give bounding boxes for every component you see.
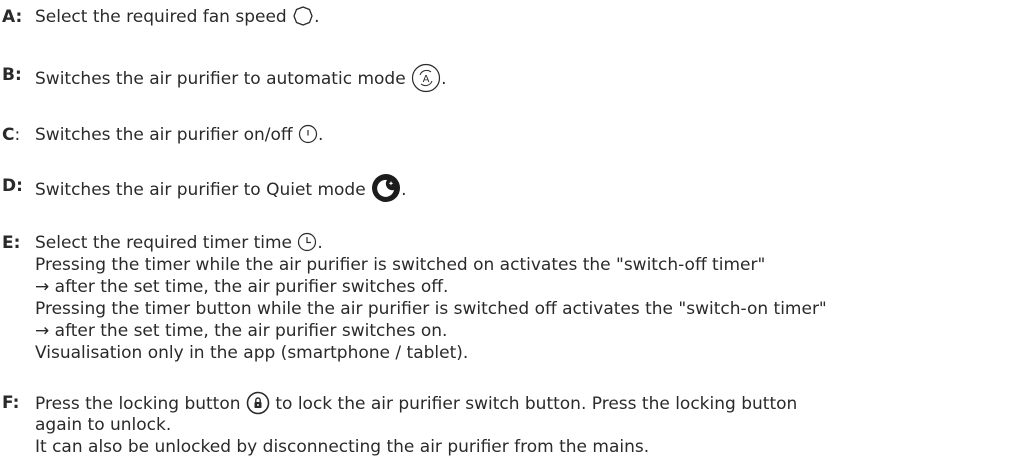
item-e-line-1: Pressing the timer while the air purifie… (35, 255, 766, 275)
item-d-letter: D: (2, 176, 23, 196)
item-d-text: Switches the air purifier to Quiet mode … (35, 173, 407, 205)
item-b-text: Switches the air purifier to automatic m… (35, 63, 446, 94)
item-e-line-3: Pressing the timer button while the air … (35, 299, 827, 319)
auto-mode-icon: A (411, 63, 441, 93)
item-e-line-4: → after the set time, the air purifier s… (35, 321, 448, 341)
item-f-line-2: It can also be unlocked by disconnecting… (35, 437, 650, 457)
power-icon (298, 124, 318, 144)
svg-text:A: A (423, 74, 430, 85)
item-c-text: Switches the air purifier on/off . (35, 124, 324, 145)
item-e-letter: E: (2, 233, 21, 253)
item-a-letter: A: (2, 7, 23, 27)
item-f-line-1: again to unlock. (35, 415, 172, 435)
item-f-letter: F: (2, 393, 20, 413)
lock-icon (246, 391, 270, 415)
item-e-text: Select the required timer time . Pressin… (35, 232, 827, 363)
timer-icon (297, 232, 317, 252)
item-c-letter: C: (2, 125, 21, 145)
item-e-line-2: → after the set time, the air purifier s… (35, 277, 449, 297)
item-b-letter: B: (2, 65, 22, 85)
fan-speed-icon (292, 5, 314, 27)
quiet-mode-icon (371, 173, 401, 203)
item-f-text: Press the locking button to lock the air… (35, 391, 797, 458)
item-e-line-5: Visualisation only in the app (smartphon… (35, 343, 469, 363)
item-a-text: Select the required fan speed . (35, 5, 320, 27)
